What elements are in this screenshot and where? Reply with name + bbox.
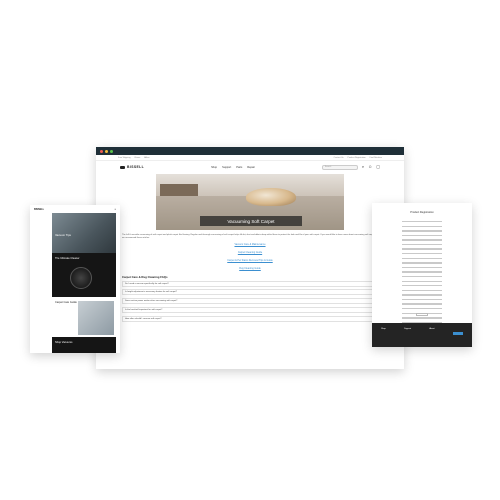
mobile-brand[interactable]: BISSELL xyxy=(34,208,44,211)
form-field[interactable] xyxy=(402,225,442,227)
utility-left-1[interactable]: Klarna xyxy=(134,157,140,159)
form-field[interactable] xyxy=(402,307,442,310)
hero-image: Vacuuming Soft Carpet xyxy=(156,174,344,230)
form-field[interactable] xyxy=(402,285,442,287)
form-field[interactable] xyxy=(402,262,442,264)
utility-right-0[interactable]: Contact Us xyxy=(334,157,344,159)
faq-question: Is height adjustment a necessary feature… xyxy=(125,291,177,294)
mobile-dark-text: The Ultimate Cleaner xyxy=(55,257,80,260)
faq-item[interactable]: How often should I vacuum soft carpet?⌄ xyxy=(122,315,378,322)
article-content: Vacuuming Soft Carpet xyxy=(156,174,344,230)
main-nav: BISSELL Shop Support Parts Repair Search… xyxy=(96,161,404,173)
form-field[interactable] xyxy=(402,248,442,250)
mobile-foot-text[interactable]: Shop Vacuums xyxy=(55,341,72,344)
article-link-0[interactable]: Vacuum Care & Maintenance xyxy=(96,243,404,246)
form-field[interactable] xyxy=(402,257,442,260)
article-link-3[interactable]: Rug Cleaning Guide xyxy=(96,267,404,270)
browser-chrome xyxy=(96,147,404,155)
article-link-2[interactable]: Carpet & Pet Stains Removal Tips & Guide xyxy=(96,259,404,262)
nav-link-1[interactable]: Support xyxy=(222,166,231,169)
footer-col-1[interactable]: Support xyxy=(404,328,411,330)
brand-name: BISSELL xyxy=(127,165,145,169)
faq-item[interactable]: Do I need a vacuum specifically for soft… xyxy=(122,280,378,287)
product-image xyxy=(70,267,92,289)
nav-links: Shop Support Parts Repair xyxy=(211,166,255,169)
browser-window: Free Shipping Klarna Affirm Contact Us P… xyxy=(96,147,404,369)
faq-question: Is the brushroll important for soft carp… xyxy=(125,308,163,311)
form-field[interactable] xyxy=(402,275,442,278)
form-field[interactable] xyxy=(402,298,442,301)
faq-list: Do I need a vacuum specifically for soft… xyxy=(122,280,378,322)
mobile-hero-text: Vacuum Tips xyxy=(55,233,71,237)
menu-icon[interactable]: ≡ xyxy=(115,208,116,211)
form-fields xyxy=(402,221,442,335)
form-field[interactable] xyxy=(402,266,442,269)
mobile-footer: Shop Vacuums xyxy=(52,337,116,353)
faq-question: Do I need a vacuum specifically for soft… xyxy=(125,282,169,285)
utility-left-2[interactable]: Affirm xyxy=(144,157,149,159)
faq-title: Carpet Care & Rug Cleaning FAQs xyxy=(122,274,168,279)
intro-paragraph: The full & versatile vacuuming of soft c… xyxy=(122,234,376,240)
form-field[interactable] xyxy=(402,239,442,241)
mobile-screen-right: Product Registration Shop Support About xyxy=(372,203,472,347)
mobile-light-text: Carpet Care Guide xyxy=(55,301,77,304)
faq-item[interactable]: Is height adjustment a necessary feature… xyxy=(122,289,378,296)
mobile-footer-dark: Shop Support About xyxy=(372,323,472,347)
mobile-photo xyxy=(78,301,114,335)
form-field[interactable] xyxy=(402,243,442,246)
submit-button[interactable] xyxy=(416,313,428,316)
search-input[interactable]: Search xyxy=(321,164,358,170)
mobile-screen-left: BISSELL ≡ Vacuum Tips The Ultimate Clean… xyxy=(30,205,120,353)
form-field[interactable] xyxy=(402,253,442,255)
form-field[interactable] xyxy=(402,221,442,223)
utility-right-1[interactable]: Product Registration xyxy=(348,157,366,159)
form-field[interactable] xyxy=(402,303,442,305)
maximize-window-dot[interactable] xyxy=(110,149,113,153)
mockup-stage: Free Shipping Klarna Affirm Contact Us P… xyxy=(0,0,500,500)
hero-dog xyxy=(246,188,296,206)
utility-left-0[interactable]: Free Shipping xyxy=(118,157,130,159)
footer-col-0[interactable]: Shop xyxy=(381,328,386,330)
faq-item[interactable]: Does suction power matter when vacuuming… xyxy=(122,298,378,305)
nav-link-2[interactable]: Parts xyxy=(236,166,242,169)
form-field[interactable] xyxy=(402,234,442,237)
faq-item[interactable]: Is the brushroll important for soft carp… xyxy=(122,306,378,313)
cart-icon[interactable]: ▢ xyxy=(376,165,380,169)
minimize-window-dot[interactable] xyxy=(105,149,108,153)
mobile-hero: Vacuum Tips xyxy=(52,213,116,253)
brand-logo[interactable]: BISSELL xyxy=(120,165,144,169)
newsletter-button[interactable] xyxy=(452,332,463,335)
nav-tools: Search ⌕ ☺ ▢ xyxy=(321,164,380,170)
faq-question: How often should I vacuum soft carpet? xyxy=(125,317,162,320)
close-window-dot[interactable] xyxy=(100,149,103,153)
logo-mark-icon xyxy=(120,165,125,169)
form-field[interactable] xyxy=(402,317,442,319)
mobile-header: BISSELL ≡ xyxy=(30,205,120,213)
search-icon[interactable]: ⌕ xyxy=(362,165,364,169)
form-field[interactable] xyxy=(402,289,442,292)
form-field[interactable] xyxy=(402,230,442,232)
footer-col-2[interactable]: About xyxy=(429,328,434,330)
article-link-1[interactable]: Carpet Cleaning Guide xyxy=(96,251,404,254)
nav-link-0[interactable]: Shop xyxy=(211,166,217,169)
user-icon[interactable]: ☺ xyxy=(368,165,372,169)
faq-question: Does suction power matter when vacuuming… xyxy=(125,300,178,303)
form-field[interactable] xyxy=(402,271,442,273)
form-title: Product Registration xyxy=(410,211,434,214)
hero-caption: Vacuuming Soft Carpet xyxy=(200,216,302,226)
nav-link-3[interactable]: Repair xyxy=(247,166,255,169)
form-field[interactable] xyxy=(402,294,442,296)
form-field[interactable] xyxy=(402,280,442,282)
article-links: Vacuum Care & Maintenance Carpet Cleanin… xyxy=(96,243,404,269)
utility-right-2[interactable]: Find Retailers xyxy=(370,157,382,159)
hero-furniture xyxy=(160,184,198,196)
